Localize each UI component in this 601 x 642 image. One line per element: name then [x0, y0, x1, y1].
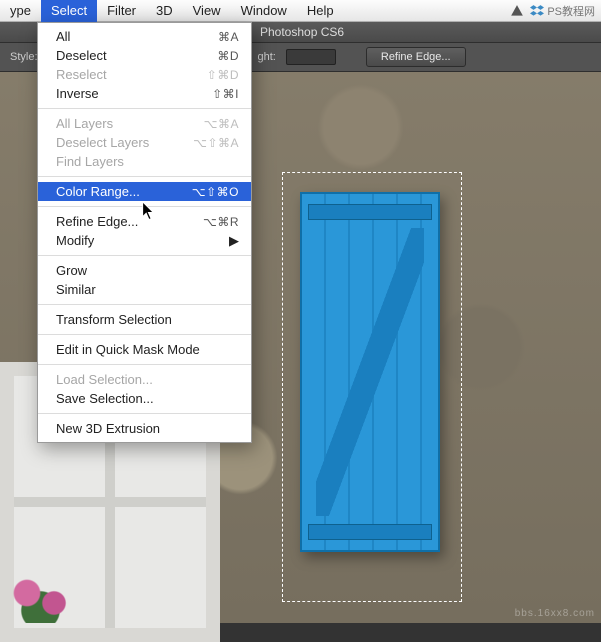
- menu-item-shortcut: ⌥⌘A: [204, 117, 239, 131]
- menu-item-shortcut: ⇧⌘I: [212, 87, 239, 101]
- menu-item-label: Grow: [56, 263, 239, 278]
- dropbox-icon[interactable]: [527, 0, 547, 22]
- menu-item-shortcut: ⌥⌘R: [203, 215, 239, 229]
- menu-item-shortcut: ⌥⇧⌘A: [193, 136, 239, 150]
- menu-item-all[interactable]: All⌘A: [38, 27, 251, 46]
- menubar-item-3d[interactable]: 3D: [146, 0, 183, 22]
- menu-item-shortcut: ⇧⌘D: [207, 68, 239, 82]
- menu-item-shortcut: ⌥⇧⌘O: [192, 185, 239, 199]
- menubar-item-type[interactable]: ype: [0, 0, 41, 22]
- menu-item-label: Deselect Layers: [56, 135, 193, 150]
- height-field[interactable]: [286, 49, 336, 65]
- height-label-fragment: ght:: [258, 51, 276, 63]
- selection-marquee[interactable]: [282, 172, 462, 602]
- menu-item-label: Transform Selection: [56, 312, 239, 327]
- menu-item-load-selection: Load Selection...: [38, 370, 251, 389]
- menu-item-label: Modify: [56, 233, 219, 248]
- app-title: Photoshop CS6: [260, 25, 344, 39]
- submenu-arrow-icon: ▶: [219, 233, 239, 249]
- menu-item-modify[interactable]: Modify▶: [38, 231, 251, 250]
- menu-item-label: Reselect: [56, 67, 207, 82]
- menu-item-deselect-layers: Deselect Layers⌥⇧⌘A: [38, 133, 251, 152]
- menu-item-color-range[interactable]: Color Range...⌥⇧⌘O: [38, 182, 251, 201]
- menu-item-label: Edit in Quick Mask Mode: [56, 342, 239, 357]
- mac-menubar: ype Select Filter 3D View Window Help PS…: [0, 0, 601, 22]
- menu-item-label: Save Selection...: [56, 391, 239, 406]
- menu-item-deselect[interactable]: Deselect⌘D: [38, 46, 251, 65]
- flowers: [0, 573, 90, 623]
- menu-item-label: Deselect: [56, 48, 217, 63]
- select-menu-dropdown: All⌘ADeselect⌘DReselect⇧⌘DInverse⇧⌘IAll …: [37, 22, 252, 443]
- menu-item-inverse[interactable]: Inverse⇧⌘I: [38, 84, 251, 103]
- menu-item-label: Similar: [56, 282, 239, 297]
- menu-item-find-layers: Find Layers: [38, 152, 251, 171]
- menu-item-edit-in-quick-mask-mode[interactable]: Edit in Quick Mask Mode: [38, 340, 251, 359]
- menu-item-shortcut: ⌘A: [218, 30, 239, 44]
- menubar-item-filter[interactable]: Filter: [97, 0, 146, 22]
- menu-item-shortcut: ⌘D: [217, 49, 239, 63]
- menu-item-all-layers: All Layers⌥⌘A: [38, 114, 251, 133]
- menu-item-label: Color Range...: [56, 184, 192, 199]
- menu-item-label: All: [56, 29, 218, 44]
- cloud-drive-icon[interactable]: [507, 0, 527, 22]
- menu-item-label: Find Layers: [56, 154, 239, 169]
- menu-item-label: Load Selection...: [56, 372, 239, 387]
- menubar-item-view[interactable]: View: [183, 0, 231, 22]
- menubar-item-help[interactable]: Help: [297, 0, 344, 22]
- menu-item-save-selection[interactable]: Save Selection...: [38, 389, 251, 408]
- menu-item-reselect: Reselect⇧⌘D: [38, 65, 251, 84]
- menu-item-transform-selection[interactable]: Transform Selection: [38, 310, 251, 329]
- menu-item-label: Inverse: [56, 86, 212, 101]
- menu-item-similar[interactable]: Similar: [38, 280, 251, 299]
- footer-watermark: bbs.16xx8.com: [515, 608, 595, 619]
- menu-item-label: All Layers: [56, 116, 204, 131]
- refine-edge-button[interactable]: Refine Edge...: [366, 47, 466, 67]
- menu-item-refine-edge[interactable]: Refine Edge...⌥⌘R: [38, 212, 251, 231]
- menubar-item-select[interactable]: Select: [41, 0, 97, 22]
- menu-item-label: Refine Edge...: [56, 214, 203, 229]
- menubar-item-window[interactable]: Window: [231, 0, 297, 22]
- menu-item-new-3d-extrusion[interactable]: New 3D Extrusion: [38, 419, 251, 438]
- style-label: Style:: [10, 51, 38, 63]
- menubar-watermark: PS教程网: [547, 3, 601, 19]
- menu-item-grow[interactable]: Grow: [38, 261, 251, 280]
- menu-item-label: New 3D Extrusion: [56, 421, 239, 436]
